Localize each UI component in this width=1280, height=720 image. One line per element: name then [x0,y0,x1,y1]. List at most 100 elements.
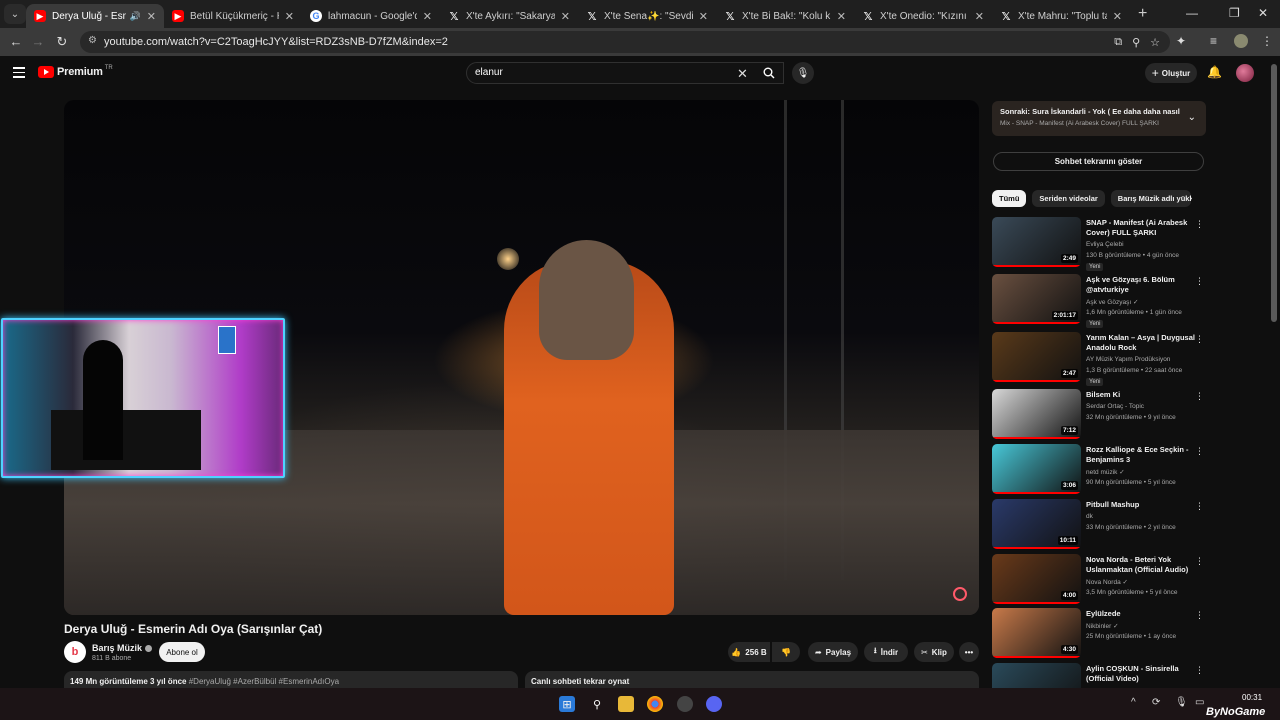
window-close-icon[interactable]: ✕ [1258,6,1268,20]
tray-network-icon[interactable]: ▭ [1195,697,1204,708]
install-app-icon[interactable]: ⧉ [1114,36,1122,49]
notifications-bell-icon[interactable]: 🔔 [1207,65,1222,79]
video-thumbnail[interactable]: 2:01:17 [992,274,1081,324]
more-options-icon[interactable]: ⋮ [1195,334,1204,345]
chrome-icon[interactable] [647,696,663,712]
bookmark-star-icon[interactable]: ☆ [1150,36,1160,49]
browser-tab[interactable]: 𝕏 X'te Onedio: "Kızını sürekl ✕ [854,4,992,28]
windows-start-icon[interactable]: ⊞ [559,696,575,712]
tab-close-icon[interactable]: ✕ [561,10,570,23]
more-options-icon[interactable]: ⋮ [1195,501,1204,512]
browser-tab[interactable]: 𝕏 X'te Mahru: "Toplu taşıma ✕ [992,4,1130,28]
filter-chip[interactable]: Barış Müzik adlı yükle [1110,190,1191,207]
clear-search-icon[interactable]: ✕ [737,66,748,82]
youtube-logo[interactable]: Premium TR [38,65,113,78]
recommendation-item[interactable]: 2:47 Yarım Kalan – Asya | Duygusal Anadol… [992,332,1204,386]
create-button[interactable]: + Oluştur [1145,63,1197,83]
tray-mic-icon[interactable]: 🎙 [1175,697,1188,708]
forward-icon[interactable]: → [26,34,50,49]
video-thumbnail[interactable]: 7:12 [992,389,1081,439]
filter-chip[interactable]: Tümü [992,190,1027,207]
taskbar-search-icon[interactable]: ⚲ [589,696,605,712]
show-chat-button[interactable]: Sohbet tekrarını göster [993,152,1204,171]
recommendation-channel[interactable]: netd müzik ✓ [1086,468,1125,476]
browser-tab[interactable]: 𝕏 X'te Sena✨: "Sevdiğin a ✕ [578,4,716,28]
tab-close-icon[interactable]: ✕ [423,10,432,23]
recommendation-item[interactable]: 2:01:17 Aşk ve Gözyaşı 6. Bölüm @atvturki… [992,274,1204,328]
file-explorer-icon[interactable] [618,696,634,712]
like-button[interactable]: 👍 256 B [728,642,770,662]
browser-tab[interactable]: ▶ Betül Küçükmeriç - Helele ✕ [164,4,302,28]
obs-icon[interactable] [677,696,693,712]
video-thumbnail[interactable]: 10:11 [992,499,1081,549]
chevron-right-icon[interactable]: › [1189,193,1192,204]
minimize-icon[interactable]: — [1186,6,1198,20]
share-button[interactable]: ➦ Paylaş [808,642,858,662]
more-options-icon[interactable]: ⋮ [1195,610,1204,621]
video-thumbnail[interactable]: 4:00 [992,554,1081,604]
tab-close-icon[interactable]: ✕ [285,10,294,23]
tray-app-icon[interactable]: ⟳ [1152,697,1160,708]
recommendation-item[interactable]: 2:49 SNAP - Manifest (Ai Arabesk Cover) F… [992,217,1204,271]
tab-close-icon[interactable]: ✕ [1113,10,1122,23]
reload-icon[interactable]: ↻ [50,34,74,50]
browser-tab[interactable]: Glahmacun - Google'da Ara ✕ [302,4,440,28]
download-button[interactable]: ⭳ İndir [864,642,908,662]
more-options-icon[interactable]: ⋮ [1195,219,1204,230]
account-avatar[interactable] [1236,64,1254,82]
recommendation-channel[interactable]: Nikbinler ✓ [1086,622,1119,630]
browser-tab[interactable]: ▶ Derya Uluğ - Esmerin 🔊 ✕ [26,4,164,28]
more-actions-button[interactable]: ••• [959,642,979,662]
extensions-icon[interactable]: ✦ [1176,34,1186,48]
video-thumbnail[interactable]: 2:49 [992,217,1081,267]
tab-close-icon[interactable]: ✕ [975,10,984,23]
video-thumbnail[interactable]: 2:47 [992,332,1081,382]
restore-icon[interactable]: ❐ [1229,6,1240,20]
dislike-button[interactable]: 👎 [772,642,800,662]
recommendation-channel[interactable]: Aşk ve Gözyaşı ✓ [1086,298,1138,306]
page-scrollbar[interactable] [1271,64,1277,322]
chevron-down-icon[interactable]: ⌄ [1188,112,1196,123]
tab-search-button[interactable]: ⌄ [4,4,26,24]
channel-name-link[interactable]: Barış Müzik [92,643,153,653]
tab-close-icon[interactable]: ✕ [837,10,846,23]
browser-menu-icon[interactable]: ⋮ [1261,34,1273,48]
video-thumbnail[interactable]: 3:06 [992,444,1081,494]
profile-avatar[interactable] [1234,34,1248,48]
recommendation-channel[interactable]: dk [1086,513,1093,520]
recommendation-channel[interactable]: Evliya Çelebi [1086,241,1124,248]
address-bar[interactable]: ⚙ youtube.com/watch?v=C2ToagHcJYY&list=R… [80,31,1170,53]
more-options-icon[interactable]: ⋮ [1195,391,1204,402]
back-icon[interactable]: ← [4,34,28,49]
channel-avatar[interactable]: b [64,641,86,663]
zoom-icon[interactable]: ⚲ [1132,36,1140,49]
browser-tab[interactable]: 𝕏 X'te Aykırı: "Sakarya'da bi ✕ [440,4,578,28]
recommendation-item[interactable]: 7:12 Bilsem Ki Serdar Ortaç - Topic 32 Mn g… [992,389,1204,441]
recommendation-channel[interactable]: Serdar Ortaç - Topic [1086,403,1144,410]
recommendation-channel[interactable]: AY Müzik Yapım Prodüksiyon [1086,356,1170,363]
next-up-panel[interactable]: Sonraki: Sura İskandarli - Yok ( Ee daha… [992,101,1206,136]
more-options-icon[interactable]: ⋮ [1195,446,1204,457]
video-thumbnail[interactable]: 4:30 [992,608,1081,658]
tab-close-icon[interactable]: ✕ [147,10,156,23]
taskbar-clock[interactable]: 00:31 [1242,693,1262,702]
recommendation-item[interactable]: 3:06 Rozz Kalliope & Ece Seçkin - Benjami… [992,444,1204,496]
tab-audio-icon[interactable]: 🔊 [130,11,141,22]
search-button[interactable] [756,62,782,84]
media-control-icon[interactable]: ≡ [1210,34,1217,48]
voice-search-button[interactable]: 🎙 [792,62,814,84]
browser-tab[interactable]: 𝕏 X'te Bi Bak!: "Kolu kırılan ✕ [716,4,854,28]
more-options-icon[interactable]: ⋮ [1195,276,1204,287]
recommendation-item[interactable]: 4:30 Eylülzede Nikbinler ✓ 25 Mn görüntülem… [992,608,1204,660]
subscribe-button[interactable]: Abone ol [159,642,205,662]
more-options-icon[interactable]: ⋮ [1195,665,1204,676]
tab-close-icon[interactable]: ✕ [699,10,708,23]
new-tab-button[interactable]: + [1138,5,1147,23]
recommendation-channel[interactable]: Nova Norda ✓ [1086,578,1128,586]
discord-icon[interactable] [706,696,722,712]
recommendation-item[interactable]: 4:00 Nova Norda - Beteri Yok Uslanmaktan … [992,554,1204,606]
guide-menu-icon[interactable] [13,67,25,81]
more-options-icon[interactable]: ⋮ [1195,556,1204,567]
recommendation-item[interactable]: 10:11 Pitbull Mashup dk 33 Mn görüntüleme •… [992,499,1204,551]
filter-chip[interactable]: Seriden videolar [1032,190,1105,207]
